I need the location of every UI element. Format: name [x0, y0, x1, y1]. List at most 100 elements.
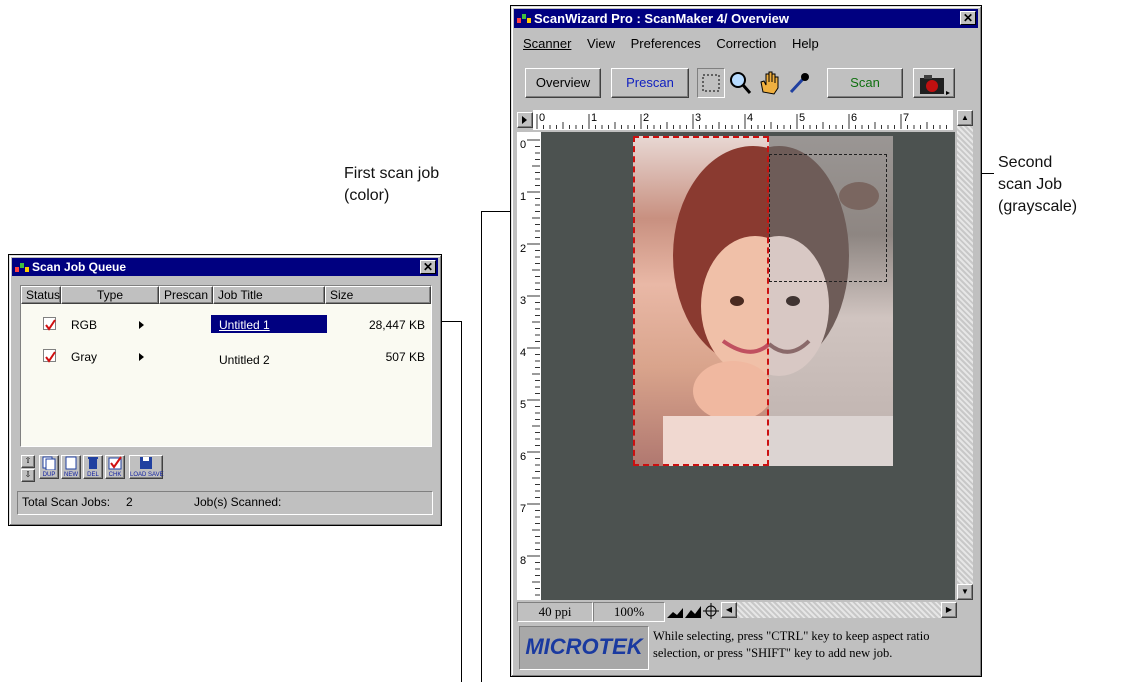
resolution-field: 40 ppi [517, 602, 593, 622]
eyedropper-icon [789, 73, 809, 94]
first-job-label: First scan job [344, 165, 440, 182]
camera-menu-button[interactable] [913, 68, 955, 98]
row-1-size: 28,447 KB [368, 318, 425, 332]
prescan-button[interactable]: Prescan [611, 68, 689, 98]
magnifier-icon [730, 72, 752, 94]
second-job-label-2: scan Job [998, 176, 1063, 193]
jobs-scanned-label: Job(s) Scanned: [194, 495, 282, 509]
ruler-v-label: 0 [520, 139, 526, 151]
chk-button[interactable]: CHK [105, 455, 125, 479]
first-job-annotation: First scan job (color) [344, 163, 439, 207]
ruler-h-label: 6 [851, 112, 857, 124]
row-2-expand-icon[interactable] [139, 353, 144, 361]
ruler-h-label: 4 [747, 112, 753, 124]
scan-button-label: Scan [850, 75, 880, 90]
new-doc-icon [65, 456, 77, 470]
row-2-checkbox[interactable] [43, 349, 56, 363]
zoom-tool-button[interactable] [726, 68, 754, 98]
queue-title: Scan Job Queue [32, 260, 127, 274]
row-1-title[interactable]: Untitled 1 [219, 318, 270, 332]
move-down-button[interactable]: ⇩ [21, 469, 35, 482]
close-button[interactable]: ✕ [960, 11, 976, 25]
dup-button[interactable]: DUP [39, 455, 59, 479]
leader-first-vertical [481, 211, 482, 682]
camera-icon [920, 75, 950, 95]
trash-icon [88, 457, 98, 469]
hint-text: While selecting, press "CTRL" key to kee… [653, 629, 930, 660]
ruler-v-label: 3 [520, 295, 526, 307]
vertical-ruler: 0 1 2 3 4 5 6 7 8 [517, 132, 541, 602]
horizontal-ruler: 0 1 2 3 4 5 6 7 [533, 110, 953, 130]
row-1-expand-icon[interactable] [139, 321, 144, 329]
new-button-label: NEW [64, 472, 78, 478]
scan-button[interactable]: Scan [827, 68, 903, 98]
eyedropper-tool-button[interactable] [785, 68, 813, 98]
row-1-type: RGB [71, 318, 98, 332]
row-2-title[interactable]: Untitled 2 [219, 353, 270, 367]
selection-tool-button[interactable] [697, 68, 725, 98]
scanwizard-title: ScanWizard Pro : ScanMaker 4/ Overview [534, 11, 789, 26]
job-list: Status Type Prescan Job Title Size RGB U… [20, 285, 432, 447]
ruler-v-label: 6 [520, 451, 526, 463]
vertical-scrollbar[interactable]: ▲ ▼ [957, 110, 973, 600]
overview-button[interactable]: Overview [525, 68, 601, 98]
zoom-field: 100% [593, 602, 665, 622]
ruler-h-label: 2 [643, 112, 649, 124]
first-job-sublabel: (color) [344, 187, 390, 204]
total-jobs-value: 2 [126, 495, 133, 509]
prescan-button-label: Prescan [626, 75, 674, 90]
hand-tool-button[interactable] [755, 68, 783, 98]
hand-icon [760, 71, 779, 95]
chk-button-label: CHK [108, 472, 122, 478]
queue-status-bar: Total Scan Jobs: 2 Job(s) Scanned: [17, 491, 433, 515]
second-job-annotation: Second scan Job (grayscale) [998, 152, 1077, 218]
row-1-checkbox[interactable] [43, 317, 56, 331]
menu-scanner[interactable]: Scanner [523, 36, 571, 51]
scroll-right-button[interactable]: ▶ [941, 602, 957, 618]
microtek-logo: MICROTEK [519, 626, 649, 670]
column-status[interactable]: Status [21, 286, 61, 304]
column-size[interactable]: Size [325, 286, 431, 304]
ruler-h-label: 3 [695, 112, 701, 124]
menu-correction[interactable]: Correction [716, 36, 776, 51]
scroll-left-button[interactable]: ◀ [721, 602, 737, 618]
move-up-button[interactable]: ⇧ [21, 455, 35, 468]
new-button[interactable]: NEW [61, 455, 81, 479]
histogram-icon[interactable] [667, 604, 703, 625]
queue-logo-icon [15, 261, 29, 274]
ruler-h-label: 7 [903, 112, 909, 124]
menu-view[interactable]: View [587, 36, 615, 51]
floppy-disk-icon [140, 457, 152, 469]
ruler-v-label: 7 [520, 503, 526, 515]
del-button[interactable]: DEL [83, 455, 103, 479]
scroll-up-button[interactable]: ▲ [957, 110, 973, 126]
target-icon[interactable] [703, 603, 719, 624]
preview-area[interactable] [541, 132, 955, 600]
column-prescan[interactable]: Prescan [159, 286, 213, 304]
menu-preferences[interactable]: Preferences [631, 36, 701, 51]
load-save-button-label: LOAD SAVE [130, 472, 164, 478]
ruler-h-label: 0 [539, 112, 545, 124]
first-scan-selection[interactable] [633, 136, 769, 466]
scroll-down-button[interactable]: ▼ [957, 584, 973, 600]
menu-help[interactable]: Help [792, 36, 819, 51]
total-jobs-label: Total Scan Jobs: [22, 495, 111, 509]
ruler-v-label: 5 [520, 399, 526, 411]
marquee-icon [702, 74, 720, 92]
horizontal-scrollbar[interactable]: ◀ ▶ [721, 602, 957, 618]
ruler-v-label: 1 [520, 191, 526, 203]
second-job-label-3: (grayscale) [998, 198, 1078, 215]
column-job-title[interactable]: Job Title [213, 286, 325, 304]
ruler-toggle-button[interactable] [517, 112, 533, 128]
overview-button-label: Overview [535, 75, 591, 90]
ruler-v-label: 2 [520, 243, 526, 255]
ruler-v-label: 8 [520, 555, 526, 567]
load-save-button[interactable]: LOAD SAVE [129, 455, 164, 479]
ruler-h-label: 1 [591, 112, 597, 124]
duplicate-icon [42, 456, 56, 471]
app-logo-icon [517, 12, 531, 25]
column-type[interactable]: Type [61, 286, 159, 304]
dup-button-label: DUP [42, 472, 56, 478]
second-scan-selection[interactable] [769, 154, 887, 282]
queue-close-button[interactable]: ✕ [420, 260, 436, 274]
